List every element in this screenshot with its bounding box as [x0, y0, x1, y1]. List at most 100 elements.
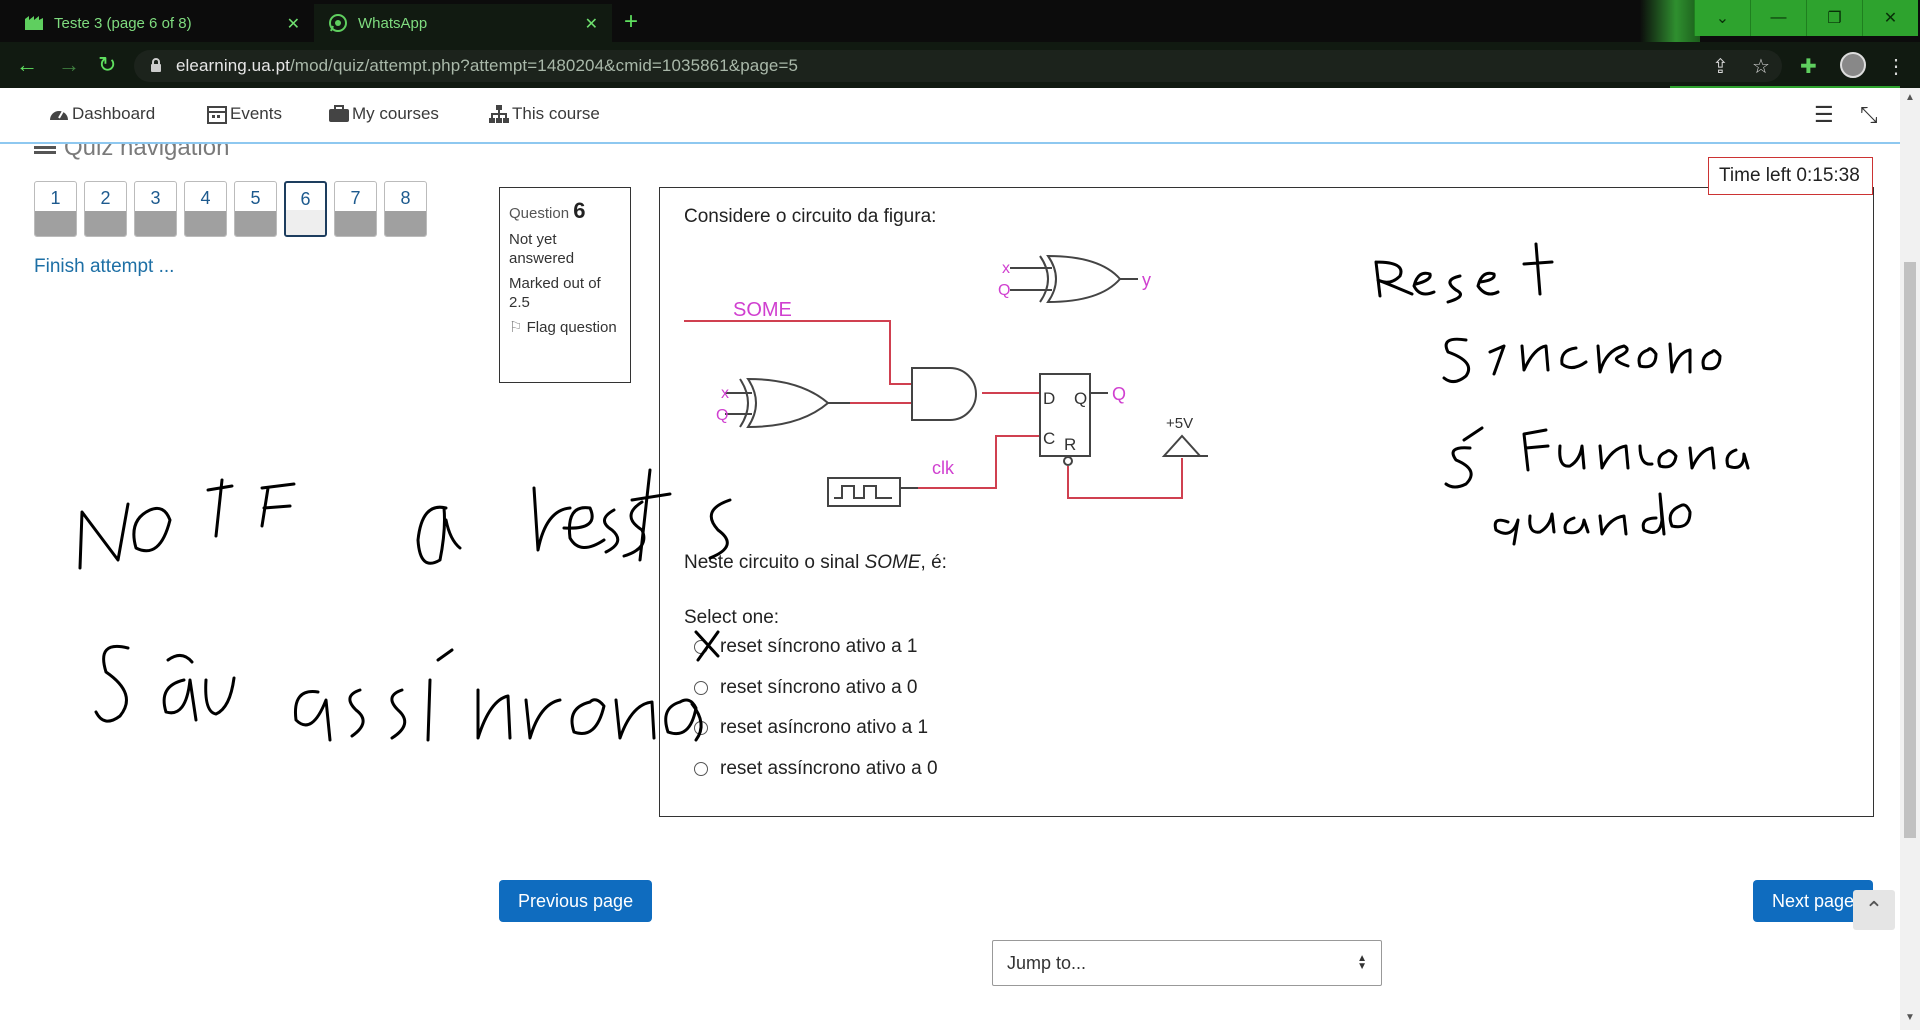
flag-question[interactable]: ⚐ Flag question — [509, 318, 621, 337]
prompt-text: , é: — [920, 552, 947, 573]
quiz-page-button[interactable]: 1 — [34, 181, 77, 237]
moodle-icon — [24, 13, 44, 33]
back-icon[interactable]: ← — [16, 52, 38, 78]
tab-title: Teste 3 (page 6 of 8) — [54, 14, 192, 32]
browser-tab-bar: Teste 3 (page 6 of 8) ✕ WhatsApp ✕ + ⌄ —… — [0, 0, 1920, 42]
answer-option[interactable]: reset assíncrono ativo a 0 — [694, 758, 938, 780]
page-number: 8 — [400, 188, 411, 208]
question-status: Not yet answered — [509, 231, 575, 267]
nav-this-course[interactable]: This course — [488, 104, 600, 124]
nav-dashboard[interactable]: Dashboard — [48, 104, 155, 124]
forward-icon[interactable]: → — [58, 52, 80, 78]
flag-icon: ⚐ — [509, 319, 523, 336]
jump-to-select[interactable]: Jump to... ▲ ▼ — [992, 940, 1382, 986]
jump-label: Jump to... — [1007, 953, 1087, 973]
nav-label: Events — [230, 104, 282, 123]
briefcase-icon — [329, 105, 349, 122]
quiz-page-button[interactable]: 4 — [184, 181, 227, 237]
tab-quiz[interactable]: Teste 3 (page 6 of 8) ✕ — [10, 4, 314, 42]
page-state — [135, 211, 176, 236]
page-state — [335, 211, 376, 236]
url-host: elearning.ua.pt — [176, 56, 290, 75]
menu-icon[interactable]: ⋮ — [1886, 54, 1906, 79]
answer-option[interactable]: reset síncrono ativo a 0 — [694, 677, 918, 699]
quiz-page-button[interactable]: 3 — [134, 181, 177, 237]
radio-button[interactable] — [694, 721, 708, 735]
option-label: reset síncrono ativo a 0 — [720, 677, 918, 698]
prompt-text: Neste circuito o sinal — [684, 552, 865, 573]
time-left: Time left 0:15:38 — [1708, 157, 1873, 195]
previous-page-button[interactable]: Previous page — [499, 880, 653, 922]
scroll-up-icon[interactable]: ▲ — [1904, 92, 1916, 103]
list-toggle-icon[interactable]: ☰ — [1814, 102, 1834, 128]
theme-decoration — [1640, 0, 1700, 42]
quiz-page-button[interactable]: 2 — [84, 181, 127, 237]
whatsapp-icon — [328, 13, 348, 33]
url-text[interactable]: elearning.ua.pt/mod/quiz/attempt.php?att… — [176, 56, 798, 76]
question-label: Question — [509, 205, 570, 222]
page-state — [385, 211, 426, 236]
dashboard-icon — [50, 110, 68, 120]
page-number: 4 — [200, 188, 211, 208]
select-arrow-icon: ▲ ▼ — [1357, 953, 1367, 972]
close-window-icon[interactable]: ✕ — [1862, 0, 1918, 36]
prompt-signal: SOME — [864, 552, 921, 573]
nav-label: My courses — [352, 104, 439, 123]
quiz-page-button-current[interactable]: 6 — [284, 181, 327, 237]
nav-label: This course — [512, 104, 600, 123]
option-label: reset assíncrono ativo a 0 — [720, 758, 938, 779]
calendar-icon — [207, 106, 227, 124]
collapse-icon[interactable]: ⤡ — [1860, 102, 1878, 128]
page-number: 5 — [250, 188, 261, 208]
back-to-top-icon[interactable]: ⌃ — [1853, 890, 1895, 930]
new-tab-icon[interactable]: + — [624, 8, 638, 36]
question-info: Question 6 Not yet answered Marked out o… — [499, 187, 631, 383]
avatar[interactable] — [1840, 52, 1866, 78]
reload-icon[interactable]: ↻ — [98, 52, 116, 78]
moodle-nav: Dashboard Events My courses This course … — [0, 88, 1900, 144]
radio-button[interactable] — [694, 762, 708, 776]
url-path: /mod/quiz/attempt.php?attempt=1480204&cm… — [289, 56, 799, 75]
restore-icon[interactable]: ❐ — [1806, 0, 1862, 36]
tab-search-icon[interactable]: ⌄ — [1694, 0, 1750, 36]
scrollbar-thumb[interactable] — [1904, 262, 1916, 838]
share-icon[interactable]: ⇪ — [1712, 54, 1729, 79]
page-number: 7 — [350, 188, 361, 208]
page-state — [85, 211, 126, 236]
nav-my-courses[interactable]: My courses — [328, 104, 439, 124]
question-number: 6 — [573, 198, 586, 223]
sitemap-icon — [489, 105, 509, 123]
nav-label: Dashboard — [72, 104, 156, 123]
answer-option[interactable]: reset síncrono ativo a 1 — [694, 636, 918, 658]
page-state — [185, 211, 226, 236]
quiz-page-button[interactable]: 7 — [334, 181, 377, 237]
page-number: 2 — [100, 188, 111, 208]
star-icon[interactable]: ☆ — [1752, 54, 1770, 79]
tab-whatsapp[interactable]: WhatsApp ✕ — [314, 4, 612, 42]
page-state — [235, 211, 276, 236]
quiz-page-button[interactable]: 8 — [384, 181, 427, 237]
close-icon[interactable]: ✕ — [287, 14, 300, 34]
extensions-icon[interactable]: ✚ — [1800, 54, 1817, 79]
select-one-label: Select one: — [684, 607, 780, 628]
lock-icon — [151, 58, 161, 72]
question-text: Considere o circuito da figura: — [684, 206, 937, 227]
nav-events[interactable]: Events — [206, 104, 282, 124]
radio-button[interactable] — [694, 681, 708, 695]
scroll-down-icon[interactable]: ▼ — [1904, 1012, 1916, 1023]
flag-label: Flag question — [526, 319, 617, 336]
answer-option[interactable]: reset asíncrono ativo a 1 — [694, 717, 928, 739]
radio-button[interactable] — [694, 640, 708, 654]
minimize-icon[interactable]: — — [1750, 0, 1806, 36]
option-label: reset asíncrono ativo a 1 — [720, 717, 929, 738]
page-number: 3 — [150, 188, 161, 208]
page-state — [35, 211, 76, 236]
question-prompt: Neste circuito o sinal SOME, é: — [684, 552, 947, 574]
close-icon[interactable]: ✕ — [585, 14, 598, 34]
option-label: reset síncrono ativo a 1 — [720, 636, 918, 657]
finish-attempt-link[interactable]: Finish attempt ... — [34, 256, 174, 278]
quiz-page-button[interactable]: 5 — [234, 181, 277, 237]
question-marks: Marked out of 2.5 — [509, 275, 601, 311]
page-number: 6 — [300, 189, 311, 209]
page-number: 1 — [50, 188, 61, 208]
